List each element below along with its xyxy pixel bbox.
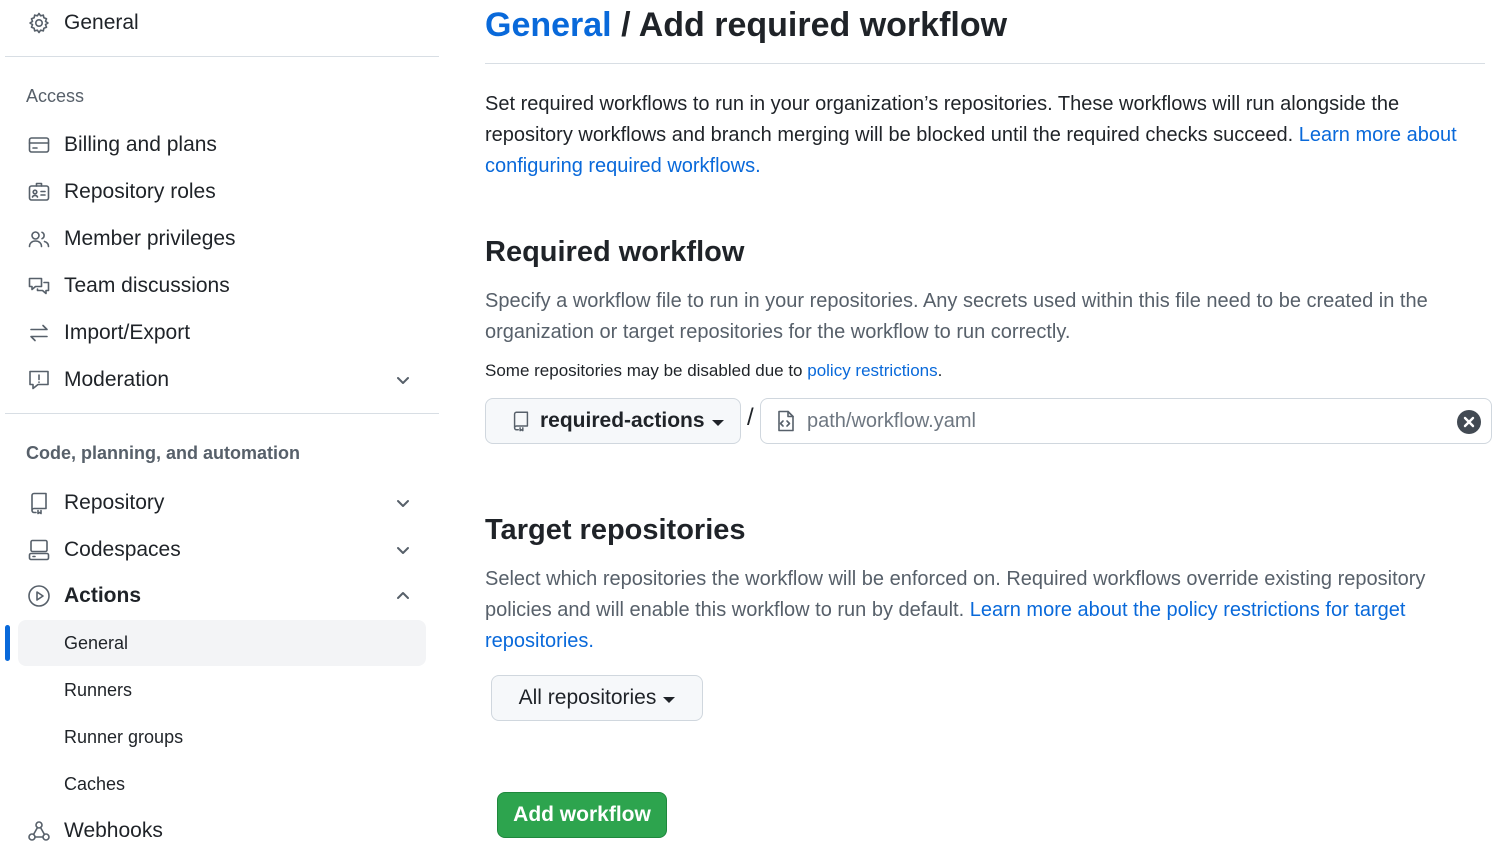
path-separator: / [747, 404, 754, 431]
sidebar-item-label: General [64, 11, 139, 34]
sidebar-item-general[interactable]: General [26, 3, 421, 43]
page-title: General / Add required workflow [485, 6, 1007, 45]
add-workflow-button[interactable]: Add workflow [497, 792, 667, 838]
sidebar-item-label: Import/Export [64, 321, 191, 344]
sidebar-item-webhooks[interactable]: Webhooks [26, 811, 421, 847]
comment-discussion-icon [26, 273, 52, 299]
settings-sidebar: General Access Billing and plans Reposit… [0, 0, 440, 847]
policy-restrictions-link[interactable]: policy restrictions [807, 361, 937, 380]
clear-input-icon[interactable] [1457, 410, 1481, 434]
sidebar-item-repository[interactable]: Repository [26, 483, 421, 523]
sidebar-item-label: Repository [64, 491, 165, 514]
sidebar-item-label: Billing and plans [64, 133, 217, 156]
chevron-down-icon[interactable] [393, 370, 413, 390]
sidebar-item-label: Webhooks [64, 819, 163, 842]
sidebar-item-billing[interactable]: Billing and plans [26, 125, 421, 165]
caret-down-icon [711, 419, 724, 426]
target-selector-label: All repositories [518, 686, 657, 709]
target-repositories-description: Select which repositories the workflow w… [485, 564, 1485, 657]
page-title-text: Add required workflow [638, 6, 1008, 44]
required-workflow-heading: Required workflow [485, 236, 745, 268]
chevron-down-icon[interactable] [393, 493, 413, 513]
sidebar-item-codespaces[interactable]: Codespaces [26, 530, 421, 570]
sidebar-item-moderation[interactable]: Moderation [26, 360, 421, 400]
policy-note: Some repositories may be disabled due to… [485, 361, 942, 381]
section-heading-access: Access [26, 86, 85, 106]
chevron-down-icon[interactable] [393, 540, 413, 560]
intro-body: Set required workflows to run in your or… [485, 93, 1400, 146]
active-indicator [5, 625, 10, 661]
sidebar-subitem-runners[interactable]: Runners [18, 667, 426, 713]
breadcrumb-separator: / [611, 6, 639, 44]
file-code-icon [778, 410, 794, 432]
target-repositories-selector[interactable]: All repositories [491, 675, 703, 721]
repository-selector-button[interactable]: required-actions [485, 398, 741, 444]
webhook-icon [26, 818, 52, 844]
credit-card-icon [26, 132, 52, 158]
sidebar-item-member-privileges[interactable]: Member privileges [26, 219, 421, 259]
sidebar-item-team-discussions[interactable]: Team discussions [26, 266, 421, 306]
policy-note-end: . [937, 361, 943, 380]
sidebar-item-repository-roles[interactable]: Repository roles [26, 172, 421, 212]
sidebar-divider [5, 413, 439, 414]
id-badge-icon [26, 179, 52, 205]
sidebar-item-import-export[interactable]: Import/Export [26, 313, 421, 353]
policy-note-text: Some repositories may be disabled due to [485, 361, 808, 380]
arrow-switch-icon [26, 320, 52, 346]
sidebar-subitem-runner-groups[interactable]: Runner groups [18, 714, 426, 760]
play-icon [26, 583, 52, 609]
required-workflow-description: Specify a workflow file to run in your r… [485, 290, 1428, 343]
repo-icon [26, 490, 52, 516]
gear-icon [26, 10, 52, 36]
people-icon [26, 226, 52, 252]
sidebar-subitem-caches[interactable]: Caches [18, 761, 426, 807]
chevron-up-icon[interactable] [393, 586, 413, 606]
sidebar-item-label: Member privileges [64, 227, 236, 250]
section-heading-code-planning-automation: Code, planning, and automation [26, 443, 300, 463]
breadcrumb-general-link[interactable]: General [485, 6, 612, 44]
sidebar-divider [5, 56, 439, 57]
target-repositories-heading: Target repositories [485, 514, 746, 546]
sidebar-item-label: Team discussions [64, 274, 230, 297]
sidebar-subitem-actions-general[interactable]: General [18, 620, 426, 666]
repository-selector-label: required-actions [540, 409, 705, 432]
workflow-path-field[interactable] [760, 398, 1492, 444]
sidebar-item-actions[interactable]: Actions [26, 576, 421, 616]
title-divider [485, 63, 1485, 64]
intro-text: Set required workflows to run in your or… [485, 89, 1485, 182]
sidebar-item-label: Repository roles [64, 180, 216, 203]
sidebar-item-label: Codespaces [64, 538, 181, 561]
repo-icon [513, 411, 529, 432]
codespaces-icon [26, 537, 52, 563]
sidebar-item-label: Moderation [64, 368, 170, 391]
report-icon [26, 367, 52, 393]
sidebar-item-label: Actions [64, 584, 142, 607]
caret-down-icon [663, 696, 676, 703]
workflow-path-input[interactable] [807, 409, 1427, 433]
